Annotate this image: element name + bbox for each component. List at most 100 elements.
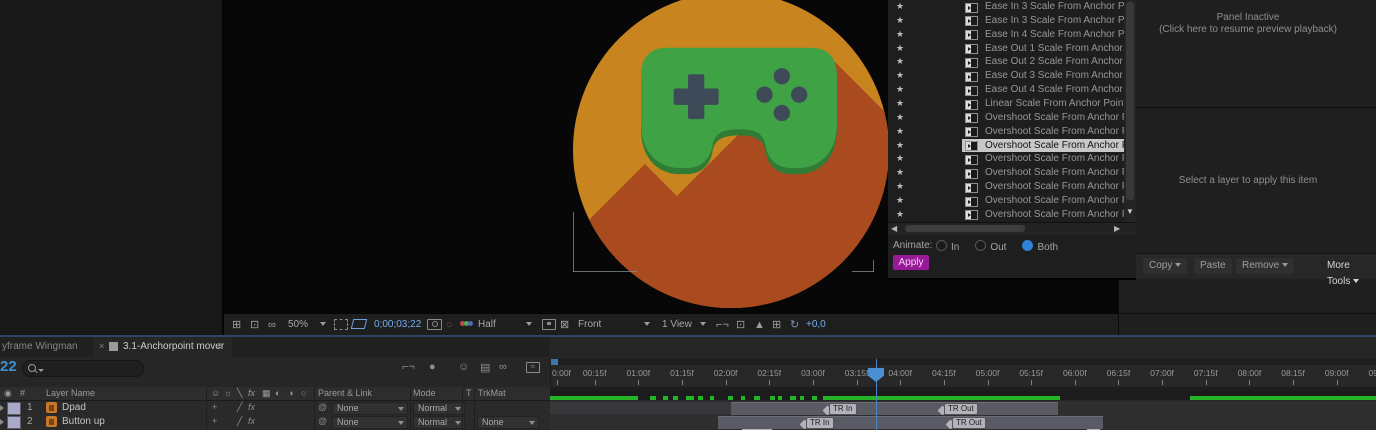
view-dropdown-icon[interactable] — [644, 314, 650, 336]
favorite-star-icon[interactable]: ★ — [896, 180, 904, 194]
favorite-star-icon[interactable]: ★ — [896, 208, 904, 222]
trkmat-dropdown[interactable]: None — [477, 416, 539, 429]
draft-3d-icon[interactable]: ● — [429, 361, 436, 373]
favorite-star-icon[interactable]: ★ — [896, 97, 904, 111]
favorite-star-icon[interactable]: ★ — [896, 139, 904, 153]
animate-radio-in[interactable]: In — [936, 242, 959, 253]
work-area-start-handle[interactable] — [551, 359, 558, 365]
graph-editor-icon[interactable]: ≈ — [526, 361, 540, 373]
panel-menu-icon[interactable]: ≡ — [217, 341, 223, 352]
favorite-star-icon[interactable]: ★ — [896, 55, 904, 69]
vertical-scrollbar[interactable]: ▼ — [1124, 0, 1136, 222]
favorite-star-icon[interactable]: ★ — [896, 194, 904, 208]
favorite-star-icon[interactable]: ★ — [896, 14, 904, 28]
preset-item[interactable]: ★Ease In 4 Scale From Anchor Poi — [888, 28, 1124, 42]
preset-item[interactable]: ★Overshoot Scale From Anchor Po — [888, 139, 1124, 153]
viewer-timecode[interactable]: 0;00;03;22 — [374, 314, 421, 336]
parent-pickwhip-icon[interactable]: @ — [318, 402, 327, 412]
pixel-aspect-icon[interactable]: ⌐¬ — [716, 314, 729, 336]
mode-dropdown[interactable]: Normal — [413, 416, 465, 429]
zoom-dropdown-icon[interactable] — [320, 314, 326, 336]
layer-duration-bar[interactable] — [731, 402, 1058, 416]
zoom-level-value[interactable]: 50% — [288, 314, 308, 336]
view-layout-dropdown-icon[interactable] — [700, 314, 706, 336]
preset-item[interactable]: ★Ease Out 1 Scale From Anchor P — [888, 42, 1124, 56]
snapshot-stack-icon[interactable]: ⊞ — [232, 314, 241, 336]
preview-play-icon[interactable] — [965, 141, 978, 151]
remove-button[interactable]: Remove — [1236, 258, 1294, 274]
preset-item[interactable]: ★Overshoot Scale From Anchor Po — [888, 194, 1124, 208]
monitor-icon[interactable]: ⊡ — [250, 314, 259, 336]
reset-exposure-icon[interactable]: ↻ — [790, 314, 799, 336]
flowchart-icon[interactable]: ⊞ — [772, 314, 781, 336]
fast-previews-icon[interactable]: ⊡ — [736, 314, 745, 336]
twirl-icon[interactable] — [0, 419, 4, 425]
frame-blend-icon[interactable]: ▤ — [480, 361, 490, 374]
preview-play-icon[interactable] — [965, 169, 978, 179]
track-row-button-up[interactable]: TR In TR Out — [550, 415, 1376, 430]
preview-panel[interactable]: Panel Inactive (Click here to resume pre… — [1118, 0, 1376, 335]
view-layout-value[interactable]: 1 View — [662, 314, 692, 336]
fx-toggle[interactable]: fx — [248, 402, 255, 412]
mode-dropdown[interactable]: Normal — [413, 402, 465, 415]
track-row-dpad[interactable]: TR In TR Out — [550, 401, 1376, 416]
exposure-value[interactable]: +0,0 — [806, 314, 826, 336]
close-tab-icon[interactable]: × — [99, 341, 104, 351]
timeline-graph-icon[interactable]: ▲ — [754, 314, 765, 336]
preset-item[interactable]: ★Overshoot Scale From Anchor Po — [888, 152, 1124, 166]
preview-play-icon[interactable] — [965, 44, 978, 54]
layer-bar-leading[interactable] — [550, 402, 731, 414]
favorite-star-icon[interactable]: ★ — [896, 125, 904, 139]
preset-item[interactable]: ★Ease Out 3 Scale From Anchor P — [888, 69, 1124, 83]
preset-item[interactable]: ★Ease In 3 Scale From Anchor Poi — [888, 0, 1124, 14]
preview-play-icon[interactable] — [965, 100, 978, 110]
preset-item[interactable]: ★Overshoot Scale From Anchor Po — [888, 166, 1124, 180]
tab-keyframe-wingman[interactable]: yframe Wingman — [2, 341, 78, 352]
scroll-right-icon[interactable]: ▶ — [1114, 224, 1120, 233]
resolution-value[interactable]: Half — [478, 314, 496, 336]
layer-duration-bar[interactable] — [718, 416, 1103, 430]
favorite-star-icon[interactable]: ★ — [896, 83, 904, 97]
favorite-star-icon[interactable]: ★ — [896, 152, 904, 166]
search-input[interactable] — [22, 360, 144, 377]
favorite-star-icon[interactable]: ★ — [896, 28, 904, 42]
twirl-icon[interactable] — [0, 405, 4, 411]
parent-dropdown[interactable]: None — [332, 402, 408, 415]
preview-play-icon[interactable] — [965, 113, 978, 123]
snapshot-camera-icon[interactable] — [427, 314, 442, 336]
resolution-dropdown-icon[interactable] — [526, 314, 532, 336]
preview-play-icon[interactable] — [965, 197, 978, 207]
preset-item[interactable]: ★Ease Out 4 Scale From Anchor P — [888, 83, 1124, 97]
preset-item[interactable]: ★Overshoot Scale From Anchor P — [888, 111, 1124, 125]
preset-item[interactable]: ★Overshoot Scale From Anchor Po — [888, 208, 1124, 222]
more-tools-button[interactable]: More Tools — [1321, 258, 1376, 274]
apply-button[interactable]: Apply — [893, 255, 929, 270]
favorite-star-icon[interactable]: ★ — [896, 111, 904, 125]
label-color-swatch[interactable] — [7, 416, 21, 429]
parent-pickwhip-icon[interactable]: @ — [318, 416, 327, 426]
layer-name[interactable]: Button up — [62, 416, 105, 427]
favorite-star-icon[interactable]: ★ — [896, 0, 904, 14]
always-preview-icon[interactable]: ∞ — [268, 314, 276, 336]
shy-toggle[interactable]: + — [212, 402, 217, 412]
preview-play-icon[interactable] — [965, 183, 978, 193]
preview-play-icon[interactable] — [965, 86, 978, 96]
preview-play-icon[interactable] — [965, 3, 978, 13]
vertical-scrollbar-thumb[interactable] — [1126, 2, 1134, 200]
transparency-grid-icon[interactable]: ⊠ — [560, 314, 569, 336]
animate-radio-both[interactable]: Both — [1022, 242, 1058, 253]
copy-button[interactable]: Copy — [1143, 258, 1187, 274]
preview-play-icon[interactable] — [965, 127, 978, 137]
preset-item[interactable]: ★Overshoot Scale From Anchor Po — [888, 125, 1124, 139]
favorite-star-icon[interactable]: ★ — [896, 69, 904, 83]
shy-toggle[interactable]: + — [212, 416, 217, 426]
region-of-interest-icon[interactable] — [352, 314, 366, 336]
preset-item[interactable]: ★Ease Out 2 Scale From Anchor P — [888, 55, 1124, 69]
preview-play-icon[interactable] — [965, 155, 978, 165]
time-ruler[interactable]: 0:00f00:15f01:00f01:15f02:00f02:15f03:00… — [550, 359, 1376, 387]
preview-play-icon[interactable] — [965, 58, 978, 68]
show-snapshot-icon[interactable]: ○ — [446, 314, 453, 336]
favorite-star-icon[interactable]: ★ — [896, 166, 904, 180]
shy-layers-icon[interactable]: ☺ — [458, 361, 469, 373]
scroll-down-icon[interactable]: ▼ — [1126, 207, 1134, 216]
